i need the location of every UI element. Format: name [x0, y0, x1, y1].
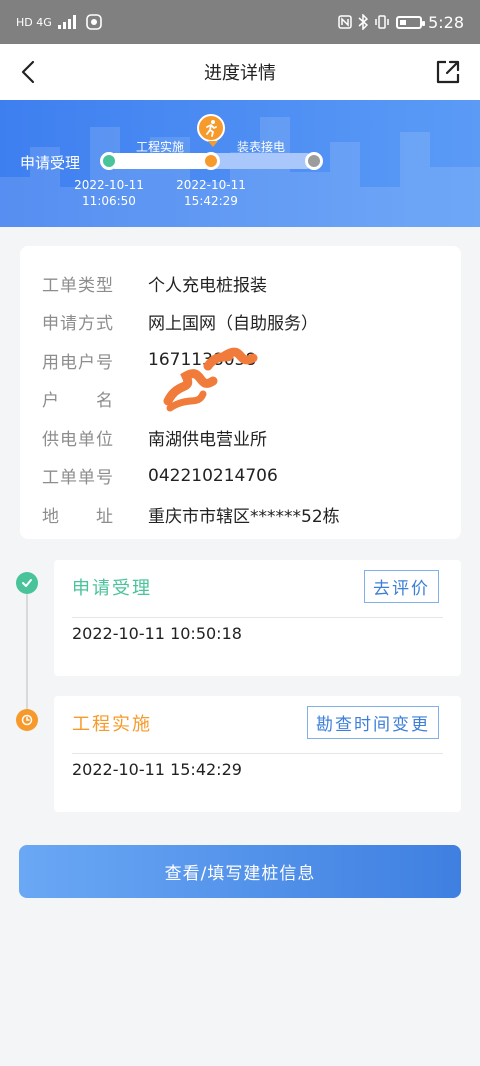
info-value: 重庆市市辖区******52栋 — [148, 506, 340, 527]
info-key-part: 地 — [42, 506, 60, 527]
clock-icon — [16, 709, 38, 731]
step-title: 工程实施 — [72, 714, 152, 735]
progress-step-1-label: 申请受理 — [20, 154, 81, 172]
battery-icon — [396, 15, 426, 29]
info-key: 供电单位 — [42, 429, 114, 450]
change-survey-time-button[interactable]: 勘查时间变更 — [307, 706, 439, 739]
progress-step-1-datetime: 2022-10-11 11:06:50 — [70, 177, 148, 209]
chevron-left-icon[interactable] — [14, 56, 46, 88]
timeline-line — [26, 594, 28, 712]
info-key-part: 名 — [96, 391, 114, 412]
info-value: 个人充电桩报装 — [148, 275, 267, 296]
info-key: 户 名 — [42, 386, 114, 411]
info-key: 申请方式 — [42, 314, 114, 335]
progress-step-2-date: 2022-10-11 — [176, 178, 246, 192]
info-row-supply-unit: 供电单位 南湖供电营业所 — [42, 418, 439, 457]
view-fill-pile-info-button[interactable]: 查看/填写建桩信息 — [19, 845, 461, 898]
step-time: 2022-10-11 10:50:18 — [72, 624, 242, 643]
info-row-address: 地 址 重庆市市辖区******52栋 — [42, 495, 439, 534]
status-bar: HD 4G 5:28 — [0, 0, 480, 44]
timeline-step-accepted: 申请受理 去评价 2022-10-11 10:50:18 — [54, 560, 461, 676]
signal-icon — [57, 15, 76, 29]
order-info-card: 工单类型 个人充电桩报装 申请方式 网上国网（自助服务） 用电户号 167113… — [20, 246, 461, 539]
progress-step-1-date: 2022-10-11 — [74, 178, 144, 192]
share-icon[interactable] — [432, 56, 464, 88]
vibrate-icon — [375, 15, 389, 29]
progress-step-2-datetime: 2022-10-11 15:42:29 — [172, 177, 250, 209]
status-right: 5:28 — [338, 13, 464, 32]
progress-track-done — [108, 153, 212, 169]
info-row-order-number: 工单单号 042210214706 — [42, 457, 439, 496]
network-label: HD 4G — [16, 15, 52, 29]
progress-step-2-time: 15:42:29 — [184, 194, 238, 208]
info-row-apply-method: 申请方式 网上国网（自助服务） — [42, 303, 439, 342]
info-key: 用电户号 — [42, 352, 114, 373]
step-time: 2022-10-11 15:42:29 — [72, 760, 242, 779]
app-header: 进度详情 — [0, 44, 480, 100]
info-key-part: 户 — [42, 391, 60, 412]
timeline-step-construction: 工程实施 勘查时间变更 2022-10-11 15:42:29 — [54, 696, 461, 812]
bluetooth-icon — [358, 14, 369, 30]
progress-step-1-time: 11:06:50 — [82, 194, 136, 208]
nfc-icon — [338, 15, 352, 29]
progress-node-pending — [305, 152, 323, 170]
step-title: 申请受理 — [72, 578, 152, 599]
info-value: 南湖供电营业所 — [148, 429, 267, 450]
check-icon — [16, 572, 38, 594]
info-key: 工单单号 — [42, 468, 114, 489]
runner-icon — [197, 114, 225, 147]
redaction-scribble — [163, 347, 258, 412]
info-value: 网上国网（自助服务） — [148, 314, 318, 335]
message-app-icon — [85, 14, 102, 30]
status-time: 5:28 — [428, 12, 464, 32]
progress-node-current — [202, 152, 220, 170]
info-key: 地 址 — [42, 502, 114, 527]
info-value: 042210214706 — [148, 465, 278, 486]
page-title: 进度详情 — [204, 63, 276, 84]
info-key-part: 址 — [96, 506, 114, 527]
evaluate-button[interactable]: 去评价 — [364, 570, 439, 603]
status-left: HD 4G — [16, 14, 102, 30]
info-key: 工单类型 — [42, 275, 114, 296]
divider — [72, 617, 443, 618]
info-row-order-type: 工单类型 个人充电桩报装 — [42, 264, 439, 303]
divider — [72, 753, 443, 754]
progress-node-done — [100, 152, 118, 170]
